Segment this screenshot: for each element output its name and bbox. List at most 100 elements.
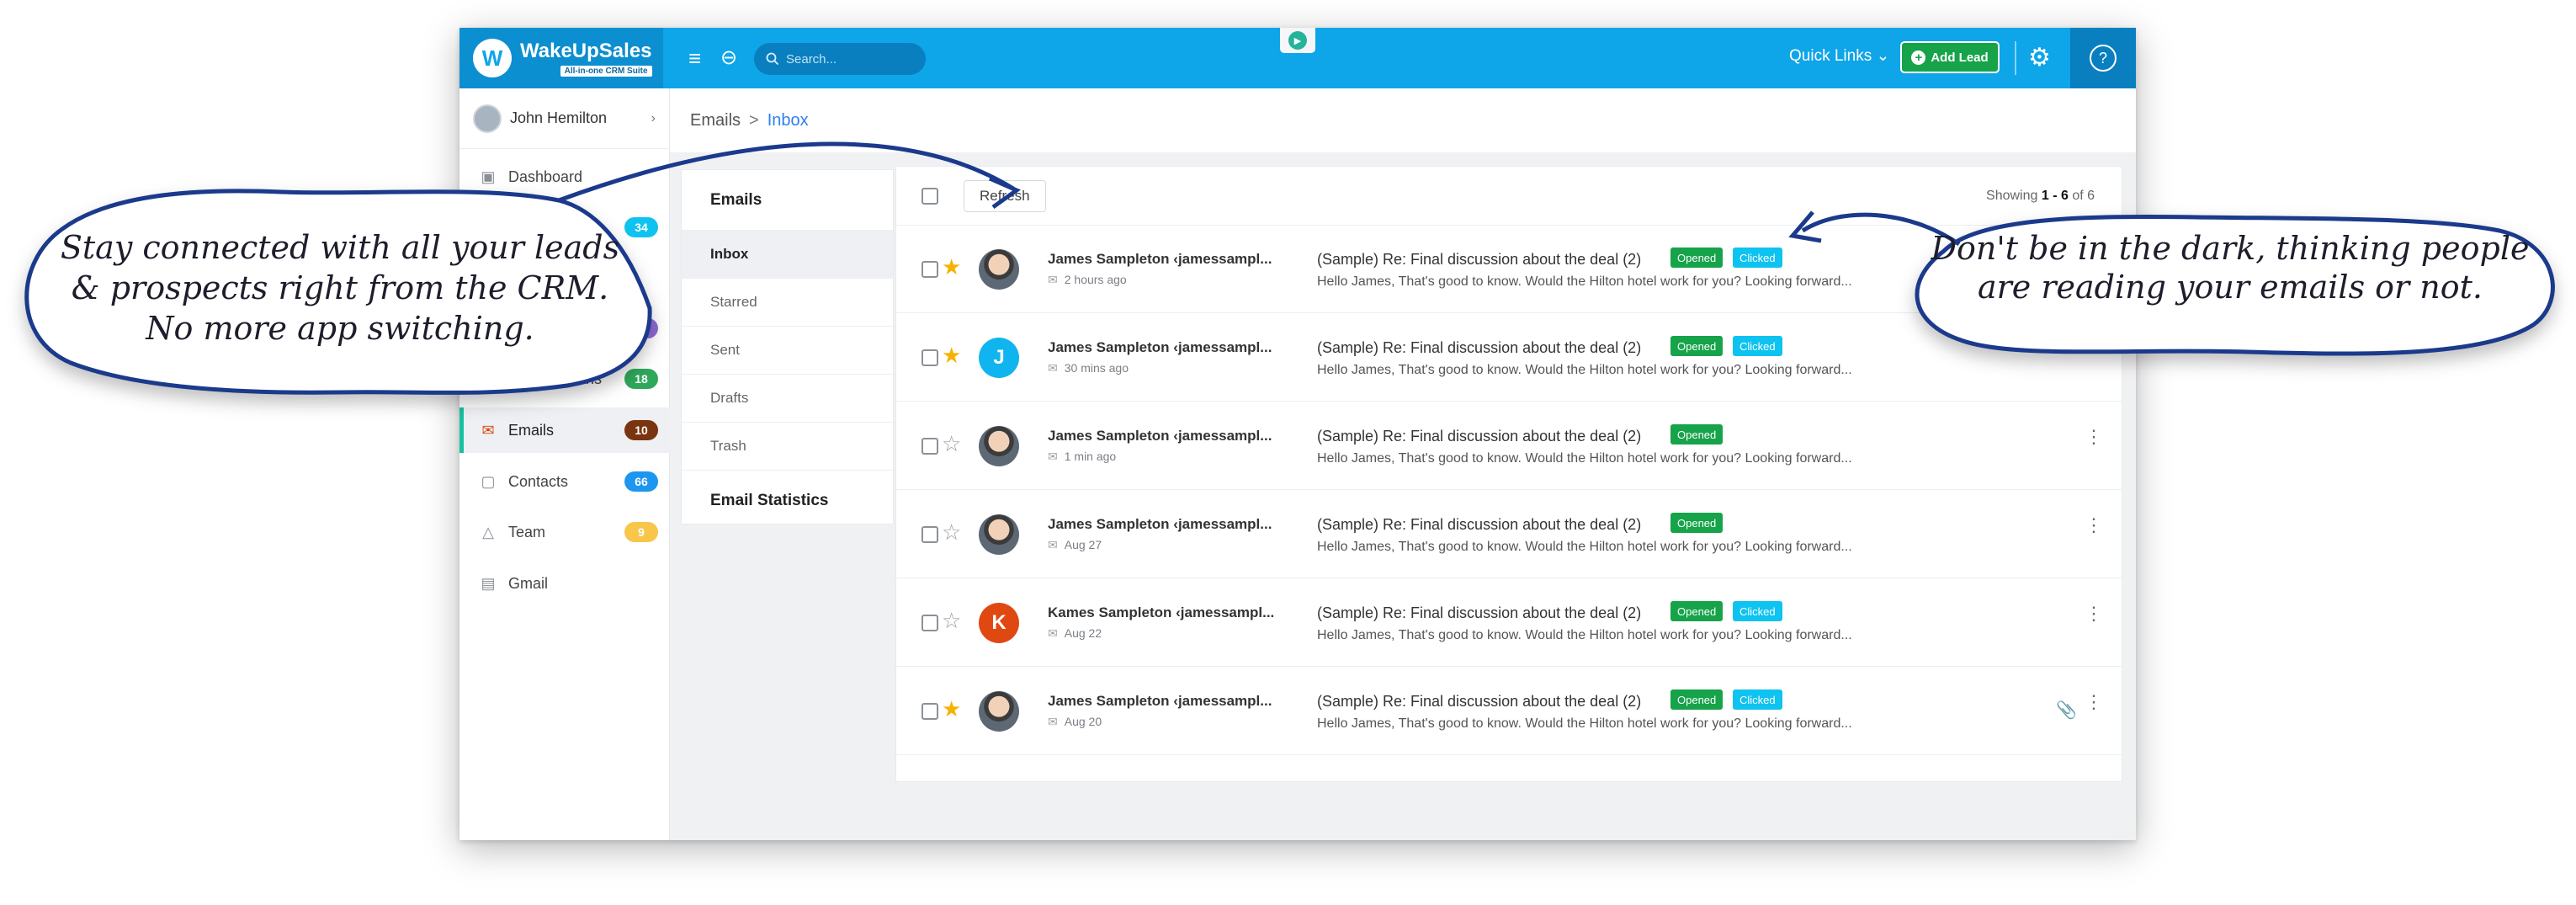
email-row[interactable]: ☆ K Kames Sampleton ‹jamessampl... ✉ Aug 22 (… [896,579,2122,667]
row-checkbox[interactable] [922,261,938,278]
search-input[interactable] [786,51,912,67]
attachment-icon[interactable]: 📎 [2056,700,2077,721]
sender-name: James Sampleton ‹jamessampl... [1048,339,1272,355]
help-button[interactable]: ? [2070,28,2136,88]
sidebar-item-emails[interactable]: ✉ Emails 10 [459,407,670,453]
breadcrumb: Emails > Inbox [670,88,2136,152]
callout-right-line-2: are reading your emails or not. [1977,269,2483,306]
email-time: ✉ Aug 27 [1048,538,1102,552]
brand-name: WakeUpSales [520,40,652,62]
email-row[interactable]: ☆ James Sampleton ‹jamessampl... ✉ 1 min ag… [896,402,2122,490]
star-icon[interactable]: ★ [942,343,961,369]
sidebar-item-label: Emails [508,421,555,439]
opened-badge: Opened [1670,513,1724,533]
email-statistics-link[interactable]: Email Statistics [682,471,893,531]
more-options-icon[interactable]: ⋮ [2085,604,2103,623]
count-badge: 66 [624,471,658,492]
brand-logo[interactable]: W WakeUpSales All-in-one CRM Suite [459,28,663,88]
sidebar-item-contacts[interactable]: ▢ Contacts 66 [459,459,670,504]
row-checkbox[interactable] [922,526,938,543]
envelope-icon: ✉ [1048,450,1058,463]
more-options-icon[interactable]: ⋮ [2085,693,2103,711]
row-checkbox[interactable] [922,438,938,455]
email-subject: (Sample) Re: Final discussion about the … [1317,251,1642,268]
email-folder-panel: Emails Inbox Starred Sent Drafts Trash E… [681,169,894,524]
opened-badge: Opened [1670,601,1724,621]
email-preview: Hello James, That's good to know. Would … [1317,716,1852,731]
folder-inbox[interactable]: Inbox [682,231,893,279]
row-checkbox[interactable] [922,349,938,366]
user-profile-row[interactable]: John Hemilton › [459,88,669,149]
email-row[interactable]: ☆ James Sampleton ‹jamessampl... ✉ Aug 27 (S… [896,491,2122,578]
count-badge: 9 [624,522,658,542]
clicked-badge: Clicked [1733,601,1782,621]
tour-play-button[interactable]: ▶ [1280,28,1315,53]
star-icon[interactable]: ☆ [942,519,961,546]
contacts-icon: ▢ [481,472,496,490]
sender-avatar: K [979,603,1019,643]
more-options-icon[interactable]: ⋮ [2085,428,2103,446]
star-icon[interactable]: ☆ [942,431,961,457]
envelope-icon: ✉ [1048,273,1058,286]
clicked-badge: Clicked [1733,689,1782,710]
folder-sent[interactable]: Sent [682,327,893,375]
sender-avatar [979,691,1019,732]
sidebar-item-team[interactable]: △ Team 9 [459,509,670,555]
folder-heading: Emails [682,170,893,231]
callout-right: Don't be in the dark, thinking people ar… [1788,192,2567,360]
time-label: Aug 27 [1064,538,1102,551]
email-preview: Hello James, That's good to know. Would … [1317,628,1852,642]
time-label: Aug 22 [1064,626,1102,640]
back-icon[interactable]: ⊖ [720,45,737,72]
row-checkbox[interactable] [922,703,938,720]
email-subject: (Sample) Re: Final discussion about the … [1317,428,1642,445]
email-preview: Hello James, That's good to know. Would … [1317,451,1852,466]
sidebar-item-gmail[interactable]: ▤ Gmail [459,561,670,606]
sender-avatar [979,249,1019,290]
breadcrumb-emails[interactable]: Emails [690,111,741,130]
quick-links-menu[interactable]: Quick Links ⌄ [1789,46,1889,66]
user-name: John Hemilton [510,109,608,126]
time-label: Aug 20 [1064,715,1102,728]
settings-gear-icon[interactable]: ⚙ [2028,43,2051,72]
email-subject: (Sample) Re: Final discussion about the … [1317,604,1642,621]
more-options-icon[interactable]: ⋮ [2085,516,2103,535]
email-preview: Hello James, That's good to know. Would … [1317,363,1852,377]
email-subject: (Sample) Re: Final discussion about the … [1317,339,1642,356]
folder-starred[interactable]: Starred [682,279,893,327]
callout-left: Stay connected with all your leads & pro… [12,141,1022,401]
sender-name: James Sampleton ‹jamessampl... [1048,428,1272,444]
sender-name: Kames Sampleton ‹jamessampl... [1048,604,1275,620]
sender-avatar [979,514,1019,555]
envelope-icon: ✉ [1048,361,1058,375]
add-lead-button[interactable]: + Add Lead [1900,41,2000,73]
row-checkbox[interactable] [922,615,938,631]
logo-icon: W [473,39,512,77]
chevron-right-icon: › [651,110,656,125]
sidebar-item-label: Contacts [508,472,569,490]
email-subject: (Sample) Re: Final discussion about the … [1317,516,1642,533]
star-icon[interactable]: ☆ [942,608,961,634]
opened-badge: Opened [1670,336,1724,356]
add-lead-label: Add Lead [1931,50,1989,65]
email-time: ✉ 1 min ago [1048,450,1116,464]
folder-trash[interactable]: Trash [682,423,893,471]
email-time: ✉ 2 hours ago [1048,273,1127,287]
menu-icon[interactable]: ≡ [688,45,701,72]
breadcrumb-inbox: Inbox [767,110,809,130]
email-row[interactable]: ★ James Sampleton ‹jamessampl... ✉ Aug 20 (S… [896,668,2122,755]
star-icon[interactable]: ★ [942,696,961,722]
team-icon: △ [482,523,494,540]
star-icon[interactable]: ★ [942,254,961,280]
envelope-icon: ✉ [1048,715,1058,728]
email-preview: Hello James, That's good to know. Would … [1317,540,1852,554]
sender-name: James Sampleton ‹jamessampl... [1048,251,1272,267]
email-preview: Hello James, That's good to know. Would … [1317,274,1852,289]
folder-drafts[interactable]: Drafts [682,375,893,423]
breadcrumb-separator: > [749,110,759,130]
clicked-badge: Clicked [1733,336,1782,356]
select-all-checkbox[interactable] [922,187,938,205]
search-box[interactable] [754,43,926,75]
email-time: ✉ 30 mins ago [1048,361,1129,375]
callout-left-line-2: & prospects right from the CRM. [71,269,609,306]
